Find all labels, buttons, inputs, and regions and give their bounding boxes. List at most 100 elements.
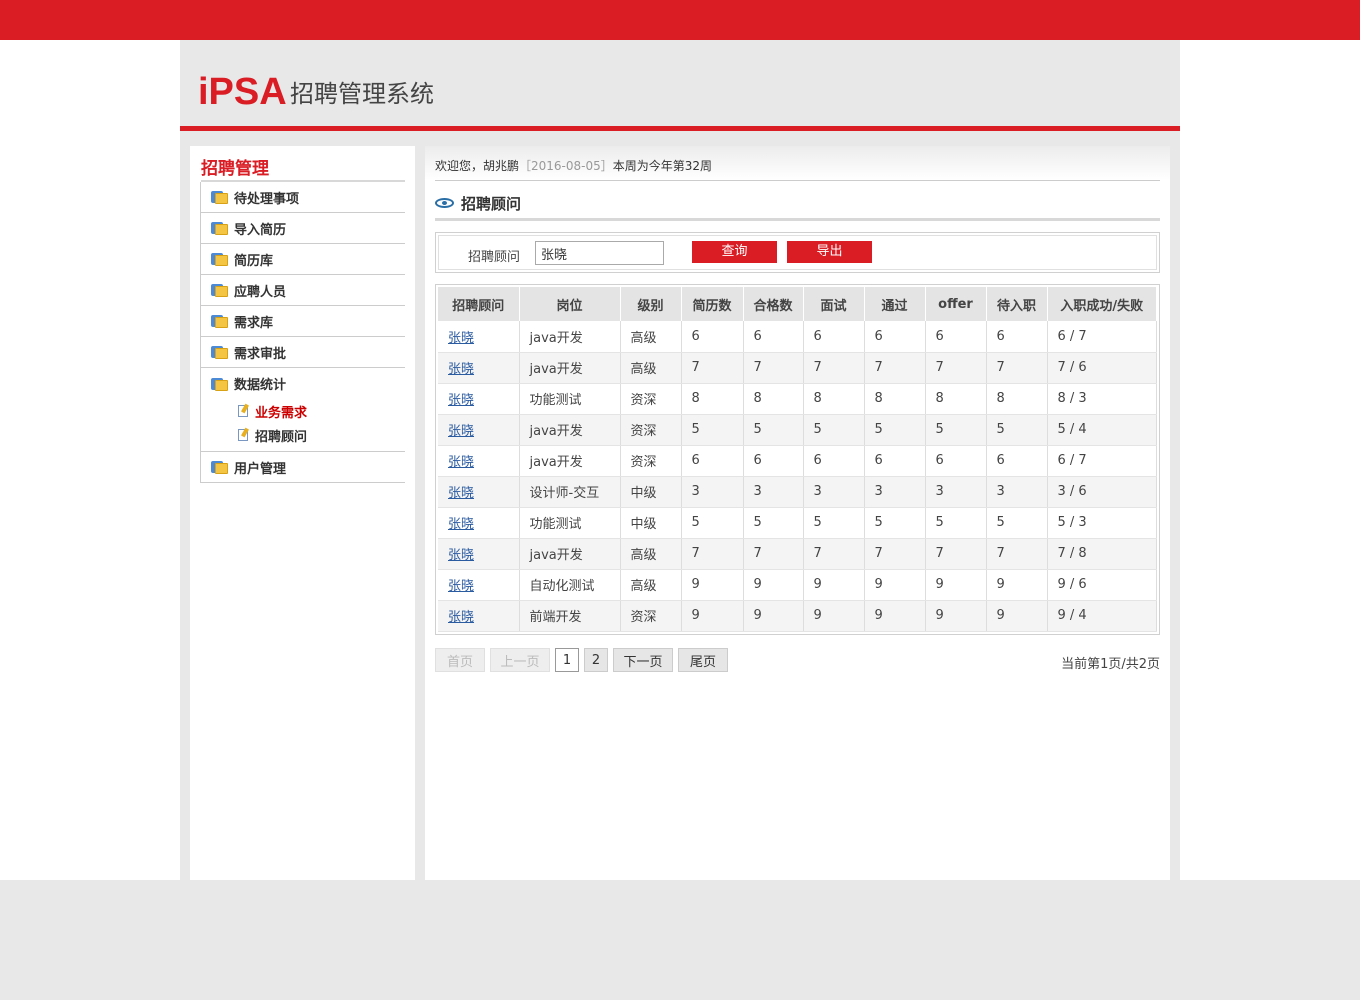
recruiter-link[interactable]: 张晓 bbox=[448, 393, 474, 408]
recruiter-link[interactable]: 张晓 bbox=[448, 579, 474, 594]
table-cell: 6 bbox=[986, 321, 1048, 353]
table-cell: 3 bbox=[803, 476, 865, 508]
folder-icon bbox=[211, 314, 228, 328]
table-cell: 6 / 7 bbox=[1047, 321, 1157, 353]
table-cell: 5 bbox=[864, 507, 926, 539]
folder-icon bbox=[211, 190, 228, 204]
table-cell: 张晓 bbox=[438, 600, 520, 632]
sidebar-subitem-label: 招聘顾问 bbox=[255, 429, 308, 445]
table-cell: 张晓 bbox=[438, 538, 520, 570]
table-cell: 6 bbox=[925, 321, 987, 353]
recruiter-link[interactable]: 张晓 bbox=[448, 455, 474, 470]
folder-open-icon bbox=[211, 377, 228, 391]
recruiter-link[interactable]: 张晓 bbox=[448, 610, 474, 625]
table-cell: java开发 bbox=[519, 321, 621, 353]
top-red-bar bbox=[0, 0, 1360, 40]
table-cell: 6 / 7 bbox=[1047, 445, 1157, 477]
table-cell: 6 bbox=[803, 445, 865, 477]
sidebar-item-pending-tasks[interactable]: 待处理事项 bbox=[200, 182, 405, 213]
table-cell: 7 bbox=[743, 352, 804, 384]
query-button[interactable]: 查询 bbox=[692, 241, 777, 263]
document-edit-icon bbox=[237, 403, 250, 418]
table-cell: 功能测试 bbox=[519, 507, 621, 539]
table-cell: 高级 bbox=[620, 352, 682, 384]
table-cell: 中级 bbox=[620, 476, 682, 508]
page-info: 当前第1页/共2页 bbox=[1061, 657, 1160, 672]
first-page-button[interactable]: 首页 bbox=[435, 648, 485, 672]
sidebar-subitem-recruiter[interactable]: 招聘顾问 bbox=[201, 423, 405, 447]
table-cell: 7 bbox=[864, 538, 926, 570]
table-cell: 5 bbox=[864, 414, 926, 446]
table-cell: 5 bbox=[743, 414, 804, 446]
sidebar-item-requirements[interactable]: 需求库 bbox=[200, 306, 405, 337]
export-button[interactable]: 导出 bbox=[787, 241, 872, 263]
table-cell: 9 bbox=[681, 600, 744, 632]
table-row: 张晓 java开发 高级 7 7 7 7 7 7 7 / 6 bbox=[438, 352, 1157, 384]
page-number-button[interactable]: 1 bbox=[555, 648, 579, 672]
table-cell: 6 bbox=[743, 321, 804, 353]
recruiter-link[interactable]: 张晓 bbox=[448, 331, 474, 346]
sidebar-item-applicants[interactable]: 应聘人员 bbox=[200, 275, 405, 306]
table-cell: 5 / 3 bbox=[1047, 507, 1157, 539]
recruiter-link[interactable]: 张晓 bbox=[448, 362, 474, 377]
table-row: 张晓 自动化测试 高级 9 9 9 9 9 9 9 / 6 bbox=[438, 569, 1157, 601]
table-cell: 3 bbox=[986, 476, 1048, 508]
table-cell: 自动化测试 bbox=[519, 569, 621, 601]
table-cell: 功能测试 bbox=[519, 383, 621, 415]
table-cell: 6 bbox=[986, 445, 1048, 477]
table-header-cell: 面试 bbox=[803, 287, 865, 321]
table-row: 张晓 java开发 资深 5 5 5 5 5 5 5 / 4 bbox=[438, 414, 1157, 446]
table-row: 张晓 功能测试 中级 5 5 5 5 5 5 5 / 3 bbox=[438, 507, 1157, 539]
sidebar-item-label: 导入简历 bbox=[234, 222, 287, 238]
table-cell: 7 bbox=[925, 352, 987, 384]
sidebar-item-resume-library[interactable]: 简历库 bbox=[200, 244, 405, 275]
sidebar-item-requirement-approval[interactable]: 需求审批 bbox=[200, 337, 405, 368]
page-number-button[interactable]: 2 bbox=[584, 648, 608, 672]
table-cell: 7 bbox=[986, 352, 1048, 384]
table-cell: 3 bbox=[864, 476, 926, 508]
pagination: 首页 上一页 1 2 下一页 尾页 bbox=[435, 648, 733, 672]
table-cell: 5 / 4 bbox=[1047, 414, 1157, 446]
folder-icon bbox=[211, 283, 228, 297]
sidebar-item-user-management[interactable]: 用户管理 bbox=[200, 452, 405, 483]
sidebar-item-statistics[interactable]: 数据统计 bbox=[201, 368, 405, 399]
table-cell: 设计师-交互 bbox=[519, 476, 621, 508]
recruiter-link[interactable]: 张晓 bbox=[448, 424, 474, 439]
table-cell: 9 bbox=[864, 569, 926, 601]
prev-page-button[interactable]: 上一页 bbox=[490, 648, 550, 672]
document-edit-icon bbox=[237, 427, 250, 442]
table-row: 张晓 java开发 高级 6 6 6 6 6 6 6 / 7 bbox=[438, 321, 1157, 353]
recruiter-link[interactable]: 张晓 bbox=[448, 517, 474, 532]
table-cell: 7 / 6 bbox=[1047, 352, 1157, 384]
table-header-cell: 岗位 bbox=[519, 287, 621, 321]
welcome-divider bbox=[435, 180, 1160, 181]
table-row: 张晓 java开发 资深 6 6 6 6 6 6 6 / 7 bbox=[438, 445, 1157, 477]
table-cell: 5 bbox=[743, 507, 804, 539]
table-cell: 8 bbox=[803, 383, 865, 415]
table-cell: 6 bbox=[681, 321, 744, 353]
table-cell: 资深 bbox=[620, 445, 682, 477]
table-cell: 5 bbox=[986, 507, 1048, 539]
next-page-button[interactable]: 下一页 bbox=[613, 648, 673, 672]
table-header-cell: 招聘顾问 bbox=[438, 287, 520, 321]
page-margin-left bbox=[0, 40, 180, 880]
table-cell: java开发 bbox=[519, 414, 621, 446]
table-cell: 6 bbox=[864, 321, 926, 353]
sidebar: 招聘管理 待处理事项 导入简历 简历库 应聘人员 需求库 需求审批 数据统计 业… bbox=[190, 146, 415, 880]
sidebar-subitem-business-demand[interactable]: 业务需求 bbox=[201, 399, 405, 423]
folder-icon bbox=[211, 252, 228, 266]
search-panel: 招聘顾问 查询 导出 bbox=[435, 232, 1160, 273]
table-cell: 9 bbox=[925, 569, 987, 601]
recruiter-filter-input[interactable] bbox=[535, 241, 664, 265]
table-cell: 9 bbox=[986, 600, 1048, 632]
table-row: 张晓 设计师-交互 中级 3 3 3 3 3 3 3 / 6 bbox=[438, 476, 1157, 508]
recruiter-link[interactable]: 张晓 bbox=[448, 486, 474, 501]
last-page-button[interactable]: 尾页 bbox=[678, 648, 728, 672]
recruiter-link[interactable]: 张晓 bbox=[448, 548, 474, 563]
sidebar-item-import-resume[interactable]: 导入简历 bbox=[200, 213, 405, 244]
table-cell: 7 / 8 bbox=[1047, 538, 1157, 570]
table-header-row: 招聘顾问 岗位 级别 简历数 合格数 面试 通过 offer 待入职 入职成功/失败 bbox=[438, 287, 1157, 321]
title-divider bbox=[435, 218, 1160, 221]
table-header-cell: 待入职 bbox=[986, 287, 1048, 321]
table-cell: 5 bbox=[925, 414, 987, 446]
